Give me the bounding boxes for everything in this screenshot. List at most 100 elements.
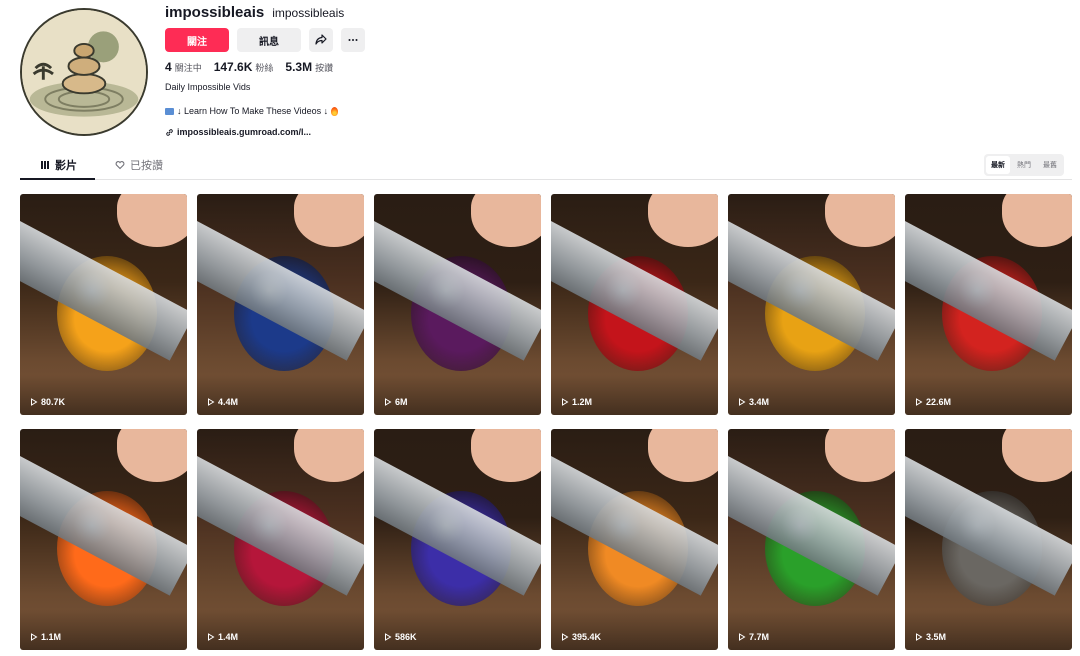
likes-count: 5.3M [285, 60, 313, 74]
play-icon [208, 398, 215, 406]
more-options-button[interactable] [341, 28, 365, 52]
tab-liked[interactable]: 已按讚 [115, 150, 163, 179]
video-view-count: 80.7K [41, 397, 66, 407]
play-icon [739, 398, 746, 406]
video-views: 7.7M [738, 632, 769, 642]
video-view-count: 3.4M [749, 397, 770, 407]
heart-icon [115, 160, 125, 169]
play-icon [739, 633, 746, 641]
profile-username: impossibleais [165, 4, 265, 21]
bio-line2-text: ↓ Learn How To Make These Videos ↓ [177, 106, 329, 116]
tab-videos-label: 影片 [55, 158, 77, 172]
message-button[interactable]: 訊息 [237, 28, 301, 52]
video-view-count: 7.7M [749, 632, 770, 642]
video-views: 586K [384, 632, 417, 642]
thumbnail-shade [374, 610, 541, 650]
followers-stat[interactable]: 147.6K 粉絲 [214, 60, 274, 74]
grid-icon [41, 160, 49, 169]
thumbnail-shade [551, 610, 718, 650]
play-icon [385, 398, 392, 406]
play-icon [562, 633, 569, 641]
play-icon [562, 398, 569, 406]
video-card[interactable]: 7.7M [728, 429, 895, 650]
profile-stats: 4 關注中 147.6K 粉絲 5.3M 按讚 [165, 60, 333, 74]
video-views: 1.4M [207, 632, 238, 642]
video-view-count: 395.4K [572, 632, 602, 642]
sort-oldest[interactable]: 最舊 [1038, 156, 1062, 174]
likes-stat: 5.3M 按讚 [285, 60, 333, 74]
likes-label: 按讚 [315, 64, 334, 74]
tab-videos[interactable]: 影片 [40, 150, 77, 179]
profile-handle: impossibleais [272, 6, 345, 20]
following-label: 關注中 [174, 64, 202, 74]
following-count: 4 [165, 60, 172, 74]
video-card[interactable]: 22.6M [905, 194, 1072, 415]
video-views: 3.4M [738, 397, 769, 407]
thumbnail-shade [905, 610, 1072, 650]
video-views: 6M [384, 397, 408, 407]
video-card[interactable]: 395.4K [551, 429, 718, 650]
video-grid: 80.7K 4.4M 6M 1.2M 3.4M 22.6M 1.1M 1.4M 586K 395.… [20, 194, 1072, 650]
video-views: 3.5M [915, 632, 946, 642]
video-views: 1.1M [30, 632, 61, 642]
thumbnail-shade [197, 375, 364, 415]
video-card[interactable]: 3.4M [728, 194, 895, 415]
video-view-count: 22.6M [926, 397, 952, 407]
video-card[interactable]: 6M [374, 194, 541, 415]
profile-bio: Daily Impossible Vids [165, 82, 251, 92]
thumbnail-shade [905, 375, 1072, 415]
book-icon [165, 107, 174, 115]
share-icon [315, 34, 327, 45]
profile-link-text: impossibleais.gumroad.com/l... [177, 127, 312, 137]
thumbnail-shade [374, 375, 541, 415]
share-button[interactable] [309, 28, 333, 52]
video-view-count: 1.1M [41, 632, 62, 642]
video-views: 395.4K [561, 632, 601, 642]
video-card[interactable]: 3.5M [905, 429, 1072, 650]
video-view-count: 3.5M [926, 632, 947, 642]
sort-toggle: 最新 熱門 最舊 [984, 154, 1064, 176]
link-icon [166, 128, 173, 136]
video-views: 1.2M [561, 397, 592, 407]
thumbnail-shade [20, 375, 187, 415]
video-card[interactable]: 80.7K [20, 194, 187, 415]
video-view-count: 6M [395, 397, 408, 407]
play-icon [385, 633, 392, 641]
video-view-count: 1.2M [572, 397, 593, 407]
video-view-count: 1.4M [218, 632, 239, 642]
video-views: 4.4M [207, 397, 238, 407]
play-icon [31, 398, 38, 406]
play-icon [31, 633, 38, 641]
follow-button[interactable]: 關注 [165, 28, 229, 52]
video-card[interactable]: 1.1M [20, 429, 187, 650]
more-icon [348, 39, 358, 41]
sort-popular[interactable]: 熱門 [1012, 156, 1036, 174]
play-icon [208, 633, 215, 641]
following-stat[interactable]: 4 關注中 [165, 60, 202, 74]
video-view-count: 4.4M [218, 397, 239, 407]
profile-tabs: 影片 已按讚 最新 熱門 最舊 [20, 150, 1072, 180]
play-icon [916, 633, 923, 641]
thumbnail-shade [20, 610, 187, 650]
profile-bio-line2: ↓ Learn How To Make These Videos ↓ [165, 106, 339, 116]
followers-label: 粉絲 [255, 64, 274, 74]
video-card[interactable]: 1.4M [197, 429, 364, 650]
play-icon [916, 398, 923, 406]
thumbnail-shade [728, 610, 895, 650]
video-card[interactable]: 1.2M [551, 194, 718, 415]
thumbnail-shade [551, 375, 718, 415]
video-views: 22.6M [915, 397, 951, 407]
video-view-count: 586K [395, 632, 417, 642]
video-card[interactable]: 586K [374, 429, 541, 650]
followers-count: 147.6K [213, 60, 253, 74]
thumbnail-shade [197, 610, 364, 650]
tab-liked-label: 已按讚 [130, 158, 163, 172]
profile-avatar[interactable] [20, 8, 148, 136]
sort-latest[interactable]: 最新 [986, 156, 1010, 174]
video-card[interactable]: 4.4M [197, 194, 364, 415]
video-views: 80.7K [30, 397, 65, 407]
profile-link[interactable]: impossibleais.gumroad.com/l... [165, 127, 311, 137]
thumbnail-shade [728, 375, 895, 415]
tab-active-indicator [20, 178, 95, 180]
fire-icon [331, 106, 339, 116]
